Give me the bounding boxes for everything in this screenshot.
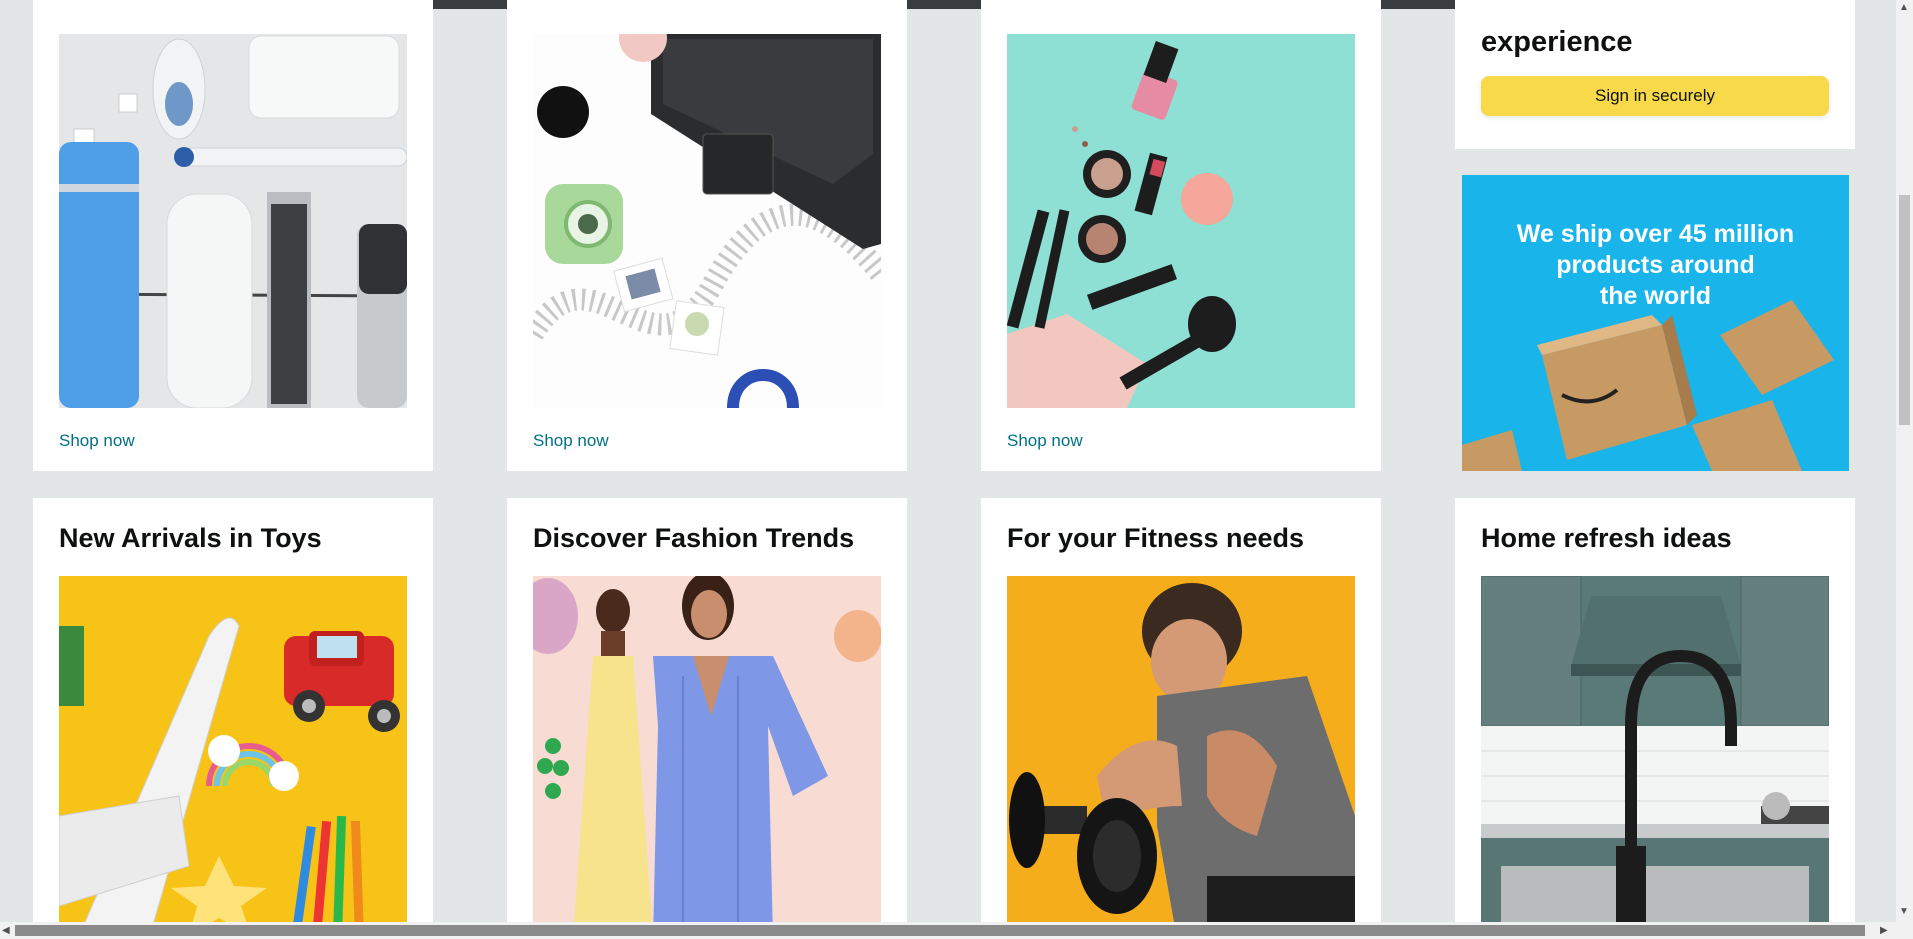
personal-care-image[interactable] — [59, 34, 407, 408]
shipping-promo-banner[interactable]: We ship over 45 million products around … — [1462, 175, 1849, 471]
product-card-beauty: Shop now — [981, 0, 1381, 471]
sign-in-securely-button[interactable]: Sign in securely — [1481, 76, 1829, 116]
vertical-scroll-thumb[interactable] — [1899, 195, 1910, 425]
card-title: Home refresh ideas — [1481, 523, 1732, 553]
card-title: For your Fitness needs — [1007, 523, 1305, 553]
shop-now-link[interactable]: Shop now — [533, 431, 609, 451]
category-card-fitness: For your Fitness needs — [981, 498, 1381, 939]
scroll-right-arrow-icon[interactable]: ▶ — [1880, 925, 1888, 937]
beauty-image[interactable] — [1007, 34, 1355, 408]
scroll-left-arrow-icon[interactable]: ◀ — [2, 925, 10, 937]
scroll-up-arrow-icon[interactable]: ▲ — [1899, 2, 1909, 14]
scroll-down-arrow-icon[interactable]: ▼ — [1899, 906, 1909, 918]
fitness-image[interactable] — [1007, 576, 1355, 939]
category-card-fashion: Discover Fashion Trends — [507, 498, 907, 939]
shop-now-link[interactable]: Shop now — [1007, 431, 1083, 451]
electronics-image[interactable] — [533, 34, 881, 408]
fashion-image[interactable] — [533, 576, 881, 939]
category-card-home: Home refresh ideas — [1455, 498, 1855, 939]
home-image[interactable] — [1481, 576, 1829, 939]
product-card-personal-care: Shop now — [33, 0, 433, 471]
vertical-scrollbar[interactable]: ▲ ▼ — [1896, 0, 1913, 922]
horizontal-scroll-thumb[interactable] — [15, 925, 1865, 936]
signin-card: experience Sign in securely — [1455, 0, 1855, 149]
signin-heading: experience — [1481, 26, 1633, 58]
product-card-electronics: Shop now — [507, 0, 907, 471]
toys-image[interactable] — [59, 576, 407, 939]
horizontal-scrollbar[interactable]: ◀ ▶ — [0, 922, 1913, 939]
shipping-boxes-illustration — [1462, 300, 1834, 471]
shop-now-link[interactable]: Shop now — [59, 431, 135, 451]
category-card-toys: New Arrivals in Toys — [33, 498, 433, 939]
card-title: New Arrivals in Toys — [59, 523, 322, 553]
card-title: Discover Fashion Trends — [533, 523, 855, 553]
